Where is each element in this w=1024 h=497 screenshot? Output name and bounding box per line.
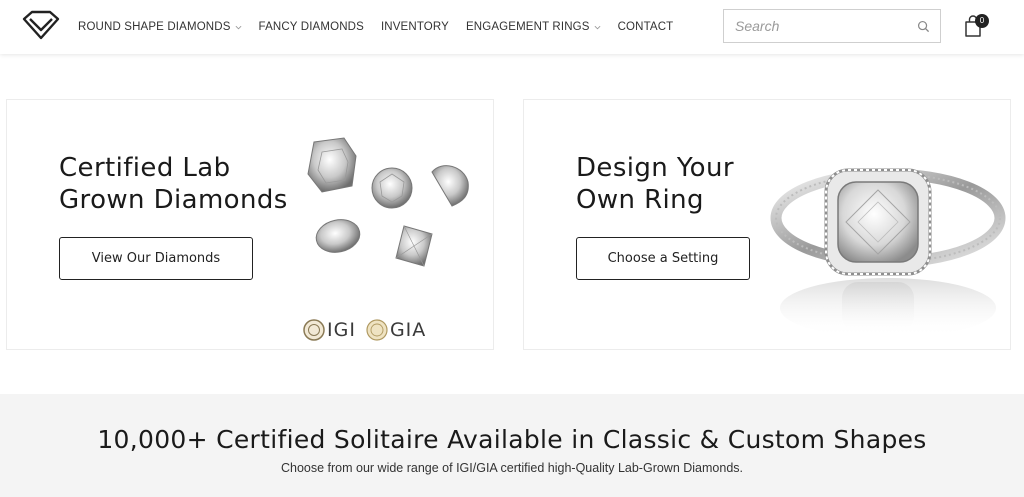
band-subtitle: Choose from our wide range of IGI/GIA ce… <box>280 461 744 475</box>
diamond-logo-icon[interactable] <box>20 9 62 41</box>
lab-grown-diamonds-card: Certified Lab Grown Diamonds View Our Di… <box>6 99 494 350</box>
asscher-diamond <box>307 137 357 193</box>
nav-fancy-diamonds[interactable]: FANCY DIAMONDS <box>259 21 364 33</box>
oval-diamond <box>315 219 361 253</box>
nav-label: ENGAGEMENT RINGS <box>465 21 590 33</box>
princess-diamond <box>395 225 433 267</box>
cart-count-badge: 0 <box>975 14 989 28</box>
nav-label: ROUND SHAPE DIAMONDS <box>78 21 231 33</box>
band-title: 10,000+ Certified Solitaire Available in… <box>97 425 927 454</box>
view-our-diamonds-button[interactable]: View Our Diamonds <box>59 237 253 280</box>
search-box <box>723 9 941 43</box>
loose-diamonds-image <box>307 137 469 267</box>
nav-contact[interactable]: CONTACT <box>618 21 674 33</box>
nav-engagement-rings[interactable]: ENGAGEMENT RINGS <box>466 21 601 33</box>
card-title-line: Certified Lab <box>59 153 231 183</box>
igi-label: IGI <box>327 319 356 341</box>
search-input[interactable] <box>724 10 904 42</box>
nav-inventory[interactable]: INVENTORY <box>381 21 449 33</box>
gia-seal-icon <box>366 319 388 341</box>
feature-band: 10,000+ Certified Solitaire Available in… <box>0 394 1024 497</box>
search-icon[interactable] <box>917 20 930 33</box>
site-header: ROUND SHAPE DIAMONDS FANCY DIAMONDS INVE… <box>0 0 1024 54</box>
nav-label: INVENTORY <box>380 21 449 33</box>
card-title-line: Grown Diamonds <box>59 185 288 215</box>
nav-label: FANCY DIAMONDS <box>258 21 364 33</box>
nav-round-shape-diamonds[interactable]: ROUND SHAPE DIAMONDS <box>78 21 242 33</box>
design-your-ring-card: Design Your Own Ring Choose a Setting <box>523 99 1011 350</box>
card-title-line: Design Your <box>576 153 734 183</box>
card-title: Certified Lab Grown Diamonds <box>59 152 288 216</box>
halo-engagement-ring-image <box>770 168 1006 338</box>
igi-seal-icon <box>303 319 325 341</box>
chevron-down-icon <box>235 25 241 29</box>
certification-logos: IGI GIA <box>303 319 436 341</box>
round-diamond <box>371 167 413 209</box>
gia-logo: GIA <box>366 319 426 341</box>
cart-button[interactable]: 0 <box>963 13 993 39</box>
main-nav: ROUND SHAPE DIAMONDS FANCY DIAMONDS INVE… <box>78 21 690 33</box>
card-title: Design Your Own Ring <box>576 152 734 216</box>
igi-logo: IGI <box>303 319 356 341</box>
nav-label: CONTACT <box>617 21 674 33</box>
chevron-down-icon <box>594 25 600 29</box>
card-title-line: Own Ring <box>576 185 704 215</box>
pear-diamond <box>431 165 469 207</box>
gia-label: GIA <box>389 319 427 341</box>
choose-a-setting-button[interactable]: Choose a Setting <box>576 237 750 280</box>
